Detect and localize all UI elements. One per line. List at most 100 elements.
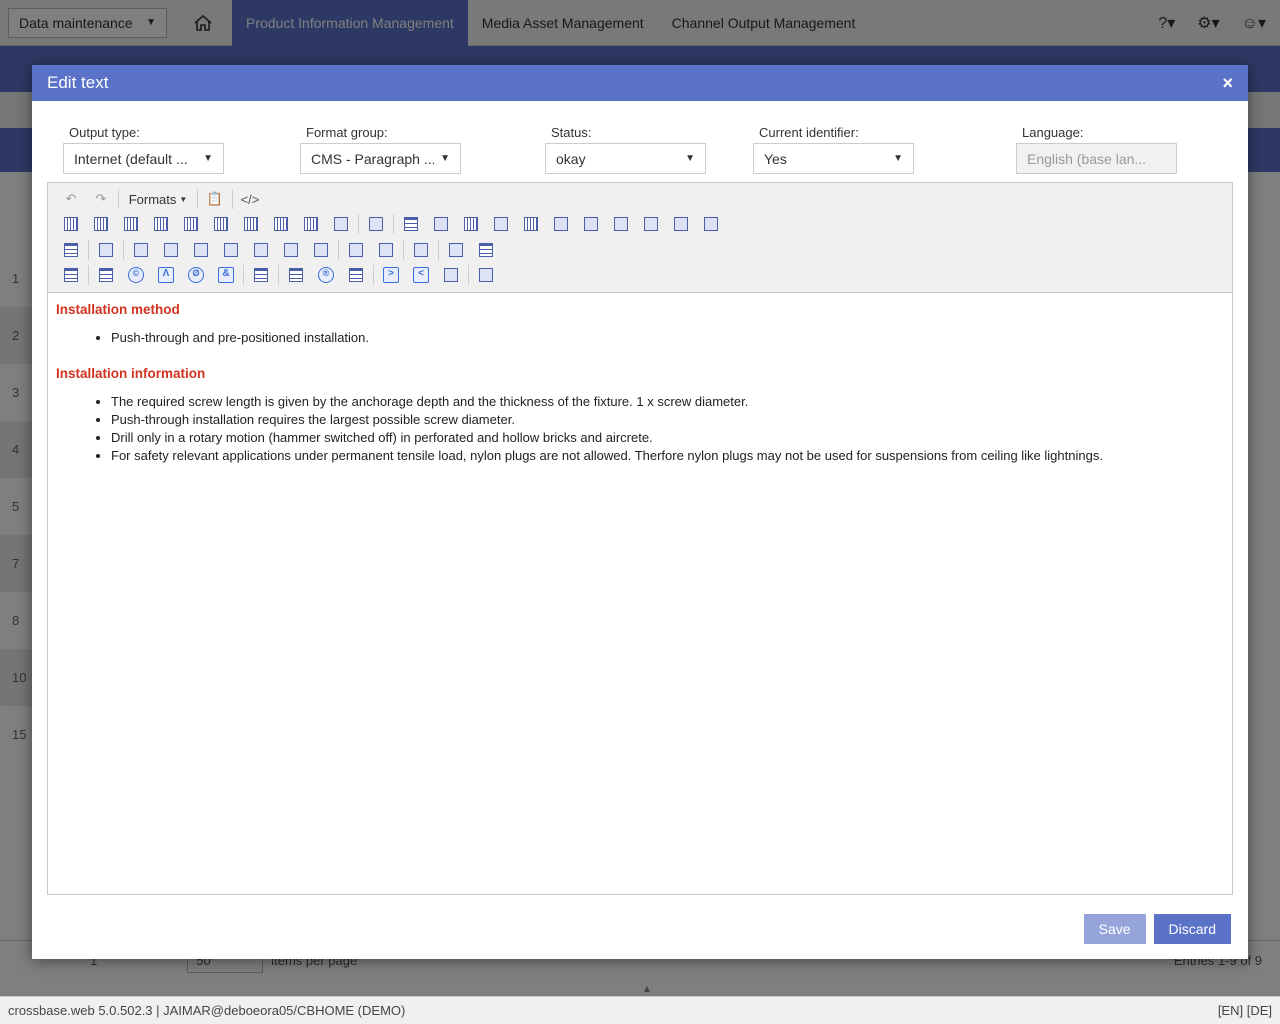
discard-button[interactable]: Discard [1153, 914, 1231, 944]
format-button[interactable] [86, 212, 116, 236]
greater-than-icon: > [383, 267, 399, 283]
ampersand-button[interactable]: & [211, 263, 241, 287]
format-button[interactable] [326, 212, 356, 236]
collapse-arrow-icon[interactable]: ▲ [642, 984, 652, 995]
format-button[interactable] [56, 238, 86, 262]
table-columns-icon [184, 217, 198, 231]
caret-down-icon: ▼ [179, 194, 188, 204]
format-button[interactable] [486, 212, 516, 236]
current-identifier-field: Current identifier: Yes ▼ [753, 125, 914, 174]
format-button[interactable] [341, 238, 371, 262]
copy-image-icon [349, 243, 363, 257]
toolbar-separator [278, 265, 279, 285]
table-header-icon [334, 217, 348, 231]
format-button[interactable] [176, 212, 206, 236]
editor-content[interactable]: Installation method Push-through and pre… [48, 293, 1232, 491]
format-button[interactable] [156, 238, 186, 262]
format-button[interactable] [281, 263, 311, 287]
page-break-icon [414, 243, 428, 257]
format-button[interactable] [426, 212, 456, 236]
format-group-value: CMS - Paragraph ... [311, 150, 435, 167]
formats-label: Formats [128, 191, 177, 207]
table-columns-icon [94, 217, 108, 231]
format-button[interactable] [406, 238, 436, 262]
copyright-button[interactable]: © [121, 263, 151, 287]
format-button[interactable] [696, 212, 726, 236]
format-button[interactable] [516, 212, 546, 236]
language-switch[interactable]: [EN] [DE] [1218, 1003, 1272, 1018]
list-item: Drill only in a rotary motion (hammer sw… [111, 429, 1224, 447]
dialog-header: Edit text × [32, 65, 1248, 101]
format-button[interactable] [441, 238, 471, 262]
version-info: crossbase.web 5.0.502.3 | JAIMAR@deboeor… [8, 1003, 406, 1018]
dialog-title: Edit text [47, 73, 109, 92]
table-style-icon [369, 217, 383, 231]
image-text-icon [64, 268, 78, 282]
status-value: okay [556, 150, 586, 167]
format-button[interactable] [436, 263, 466, 287]
lambda-button[interactable]: Λ [151, 263, 181, 287]
format-button[interactable] [216, 238, 246, 262]
text-image-icon [99, 268, 113, 282]
format-button[interactable] [341, 263, 371, 287]
format-button[interactable] [306, 238, 336, 262]
format-button[interactable] [146, 212, 176, 236]
format-group-select[interactable]: CMS - Paragraph ... ▼ [300, 143, 461, 174]
subscript-icon [479, 268, 493, 282]
table-grid-icon [674, 217, 688, 231]
language-value: English (base lan... [1027, 150, 1147, 167]
table-rows-icon [404, 217, 418, 231]
toolbar-separator [243, 265, 244, 285]
format-button[interactable] [606, 212, 636, 236]
close-button[interactable]: × [1222, 73, 1233, 94]
text-box-icon [479, 243, 493, 257]
format-button[interactable] [116, 212, 146, 236]
format-button[interactable] [246, 238, 276, 262]
format-button[interactable] [56, 263, 86, 287]
language-select: English (base lan... [1016, 143, 1177, 174]
format-button[interactable] [471, 238, 501, 262]
format-button[interactable] [371, 238, 401, 262]
format-button[interactable] [456, 212, 486, 236]
toolbar-separator [88, 265, 89, 285]
section-heading: Installation method [56, 302, 180, 317]
greater-than-button[interactable]: > [376, 263, 406, 287]
toolbar-separator [123, 240, 124, 260]
format-button[interactable] [471, 263, 501, 287]
table-grid-icon [494, 217, 508, 231]
undo-button[interactable]: ↶ [56, 187, 86, 211]
format-button[interactable] [236, 212, 266, 236]
format-button[interactable] [576, 212, 606, 236]
output-type-value: Internet (default ... [74, 150, 188, 167]
redo-button[interactable]: ↷ [86, 187, 116, 211]
status-select[interactable]: okay ▼ [545, 143, 706, 174]
format-button[interactable] [266, 212, 296, 236]
format-button[interactable] [186, 238, 216, 262]
format-button[interactable] [396, 212, 426, 236]
format-button[interactable] [56, 212, 86, 236]
save-button[interactable]: Save [1083, 914, 1146, 944]
format-button[interactable] [636, 212, 666, 236]
format-button[interactable] [206, 212, 236, 236]
diameter-button[interactable]: Ø [181, 263, 211, 287]
toolbar-row-3 [56, 238, 501, 262]
registered-button[interactable]: ® [311, 263, 341, 287]
less-than-button[interactable]: < [406, 263, 436, 287]
format-button[interactable] [91, 263, 121, 287]
chevron-down-icon: ▼ [440, 153, 450, 164]
formats-dropdown[interactable]: Formats ▼ [121, 187, 195, 211]
format-button[interactable] [296, 212, 326, 236]
source-code-button[interactable]: </> [235, 187, 265, 211]
format-button[interactable] [546, 212, 576, 236]
format-button[interactable] [126, 238, 156, 262]
format-button[interactable] [666, 212, 696, 236]
output-type-select[interactable]: Internet (default ... ▼ [63, 143, 224, 174]
redo-icon: ↷ [95, 191, 107, 206]
source-code-icon: </> [240, 191, 260, 207]
format-button[interactable] [91, 238, 121, 262]
format-button[interactable] [361, 212, 391, 236]
format-button[interactable] [276, 238, 306, 262]
paste-button[interactable]: 📋 [200, 187, 230, 211]
current-identifier-select[interactable]: Yes ▼ [753, 143, 914, 174]
format-button[interactable] [246, 263, 276, 287]
